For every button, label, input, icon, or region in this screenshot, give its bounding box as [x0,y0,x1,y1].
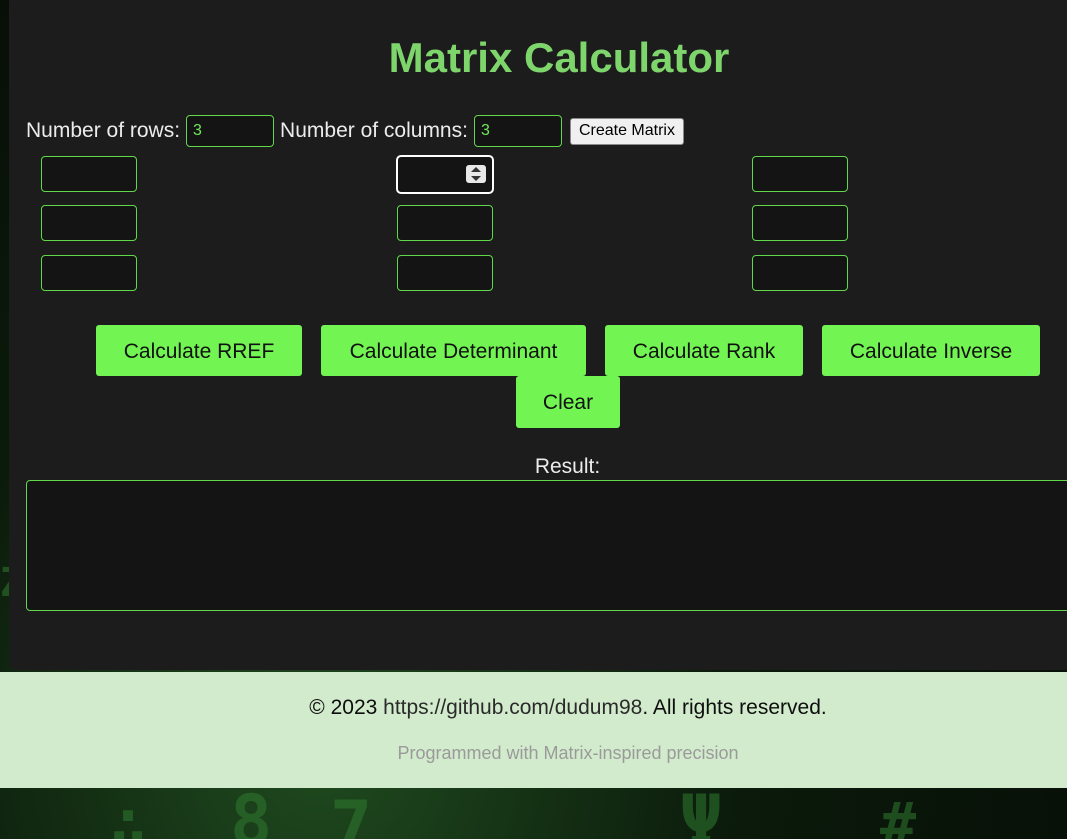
matrix-glyph-decoration: 7 [330,786,373,839]
copyright-suffix: . All rights reserved. [642,696,827,719]
copyright-prefix: © 2023 [309,696,384,719]
matrix-cell-r1-c2[interactable] [396,155,494,194]
calculate-inverse-button[interactable]: Calculate Inverse [822,325,1040,376]
matrix-cell-r3-c2[interactable] [397,255,493,291]
clear-button[interactable]: Clear [516,376,620,428]
matrix-cell-r2-c1[interactable] [41,205,137,241]
footer-tagline: Programmed with Matrix-inspired precisio… [397,743,739,763]
calculate-rref-button[interactable]: Calculate RREF [96,325,302,376]
matrix-cell-r1-c3[interactable] [752,156,848,192]
matrix-cell-r1-c1[interactable] [41,156,137,192]
columns-input[interactable] [473,115,562,147]
matrix-cell-r2-c3[interactable] [752,205,848,241]
create-matrix-button[interactable]: Create Matrix [569,117,684,145]
rows-input[interactable] [186,115,275,147]
page-title: Matrix Calculator [388,34,730,81]
matrix-glyph-decoration: ∴ [110,790,147,839]
calculate-determinant-button[interactable]: Calculate Determinant [321,325,586,376]
result-output[interactable] [26,480,1067,611]
spinner-up-icon[interactable] [471,167,481,172]
result-label: Result: [534,455,601,478]
rows-label: Number of rows: [26,119,181,142]
github-link[interactable]: https://github.com/dudum98 [383,696,642,719]
spinner-down-icon[interactable] [471,176,481,181]
matrix-glyph-decoration: Ψ [680,780,723,839]
number-spinner-icon[interactable] [466,165,486,183]
matrix-glyph-decoration: # [880,790,917,839]
dimension-controls: Number of rows: Number of columns: Creat… [26,113,684,149]
columns-label: Number of columns: [280,119,468,142]
calculate-rank-button[interactable]: Calculate Rank [605,325,803,376]
footer-copyright: © 2023 https://github.com/dudum98. All r… [0,696,1067,720]
matrix-cell-r3-c1[interactable] [41,255,137,291]
page-footer: © 2023 https://github.com/dudum98. All r… [0,672,1067,788]
matrix-cell-r2-c2[interactable] [397,205,493,241]
matrix-cell-r3-c3[interactable] [752,255,848,291]
matrix-glyph-decoration: 8 [230,780,273,839]
